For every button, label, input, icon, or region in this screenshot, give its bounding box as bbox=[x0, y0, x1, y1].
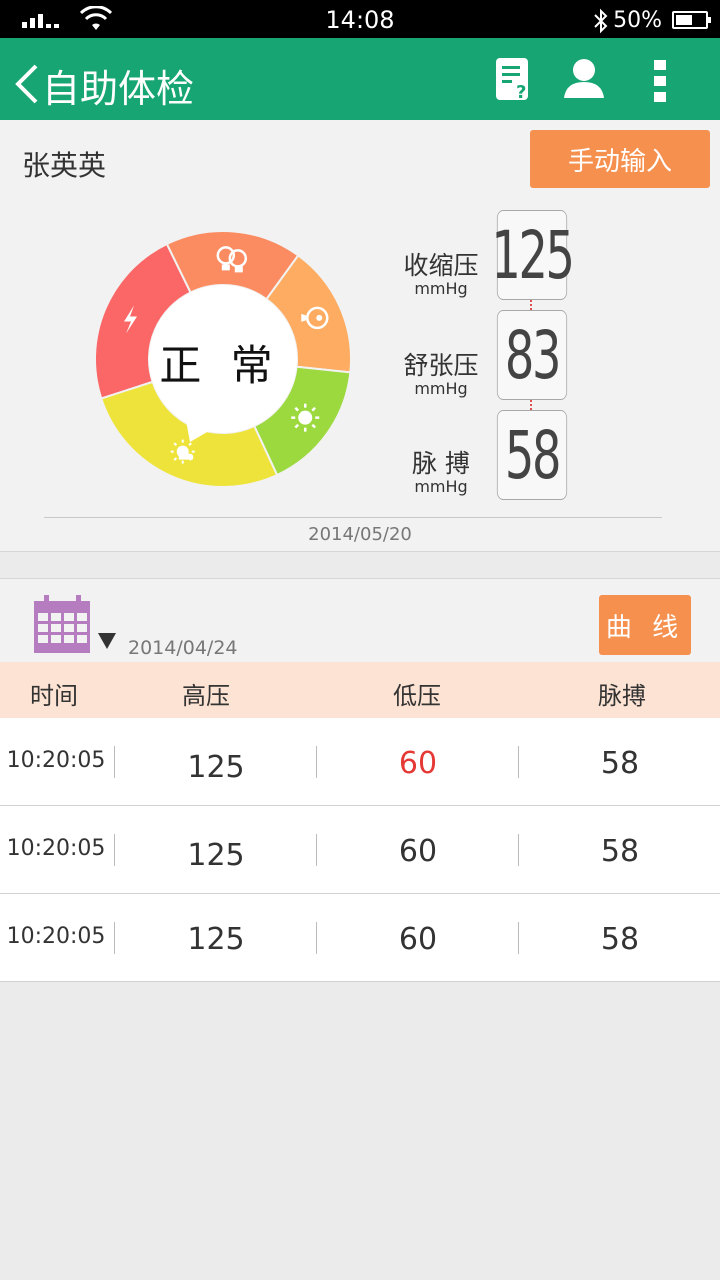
table-row[interactable]: 10:20:05 125 60 58 bbox=[0, 718, 720, 806]
diastolic-name: 舒张压 bbox=[403, 351, 479, 380]
back-chevron-icon[interactable] bbox=[12, 64, 40, 104]
page-title: 自助体检 bbox=[42, 67, 195, 111]
latest-reading-card: 张英英 手动输入 正 常 收缩压 mmHg 125 舒张压 mmHg 83 脉 … bbox=[0, 120, 720, 552]
cell-pulse: 58 bbox=[600, 746, 640, 781]
pulse-value: 58 bbox=[496, 410, 568, 500]
cell-pulse: 58 bbox=[600, 922, 640, 957]
cell-divider bbox=[114, 922, 115, 954]
cell-time: 10:20:05 bbox=[6, 748, 106, 773]
table-row[interactable]: 10:20:05 125 60 58 bbox=[0, 806, 720, 894]
diastolic-unit: mmHg bbox=[414, 379, 468, 398]
pulse-name: 脉 搏 bbox=[412, 449, 470, 478]
cell-time: 10:20:05 bbox=[6, 924, 106, 949]
divider bbox=[44, 517, 662, 518]
cell-high: 125 bbox=[187, 838, 245, 873]
cell-divider bbox=[316, 834, 317, 866]
cell-divider bbox=[518, 834, 519, 866]
reading-connector bbox=[530, 400, 532, 410]
filter-date[interactable]: 2014/04/24 bbox=[128, 637, 238, 659]
more-vert-icon[interactable] bbox=[652, 60, 668, 102]
cell-divider bbox=[518, 922, 519, 954]
cell-divider bbox=[114, 746, 115, 778]
header-high: 高压 bbox=[182, 682, 230, 710]
cell-low: 60 bbox=[398, 922, 438, 957]
manual-input-button[interactable]: 手动输入 bbox=[530, 130, 710, 188]
pulse-unit: mmHg bbox=[414, 477, 468, 496]
report-question-icon[interactable]: ? bbox=[494, 56, 530, 102]
status-bar: 14:08 50% bbox=[0, 0, 720, 38]
history-filter-bar: 2014/04/24 曲 线 bbox=[0, 578, 720, 662]
diastolic-value: 83 bbox=[496, 310, 568, 400]
cell-divider bbox=[114, 834, 115, 866]
reading-connector bbox=[530, 300, 532, 310]
user-icon[interactable] bbox=[562, 56, 606, 100]
battery-percent: 50% bbox=[613, 8, 662, 33]
header-pulse: 脉搏 bbox=[598, 682, 646, 710]
cell-low: 60 bbox=[398, 834, 438, 869]
diastolic-label: 舒张压 mmHg bbox=[396, 352, 486, 398]
curve-button[interactable]: 曲 线 bbox=[599, 595, 691, 655]
app-bar: 自助体检 ? bbox=[0, 38, 720, 120]
cell-low: 60 bbox=[398, 746, 438, 781]
user-name: 张英英 bbox=[22, 149, 107, 182]
systolic-value: 125 bbox=[491, 210, 575, 300]
systolic-label: 收缩压 mmHg bbox=[396, 252, 486, 298]
header-low: 低压 bbox=[393, 682, 441, 710]
table-row[interactable]: 10:20:05 125 60 58 bbox=[0, 894, 720, 982]
cell-pulse: 58 bbox=[600, 834, 640, 869]
cell-divider bbox=[316, 922, 317, 954]
systolic-unit: mmHg bbox=[414, 279, 468, 298]
cell-divider bbox=[518, 746, 519, 778]
reading-date: 2014/05/20 bbox=[308, 524, 412, 545]
cell-high: 125 bbox=[187, 922, 245, 957]
battery-icon bbox=[672, 11, 711, 29]
cell-time: 10:20:05 bbox=[6, 836, 106, 861]
clock: 14:08 bbox=[325, 6, 395, 34]
header-time: 时间 bbox=[30, 682, 78, 710]
calendar-icon[interactable] bbox=[34, 595, 92, 653]
svg-text:?: ? bbox=[516, 82, 526, 102]
gauge-status-text: 正 常 bbox=[159, 341, 281, 390]
table-header: 时间 高压 低压 脉搏 bbox=[0, 662, 720, 718]
cell-high: 125 bbox=[187, 750, 245, 785]
pulse-label: 脉 搏 mmHg bbox=[396, 450, 486, 496]
chevron-down-icon[interactable] bbox=[98, 633, 116, 649]
cell-divider bbox=[316, 746, 317, 778]
bluetooth-icon bbox=[594, 8, 608, 34]
systolic-name: 收缩压 bbox=[403, 251, 479, 280]
